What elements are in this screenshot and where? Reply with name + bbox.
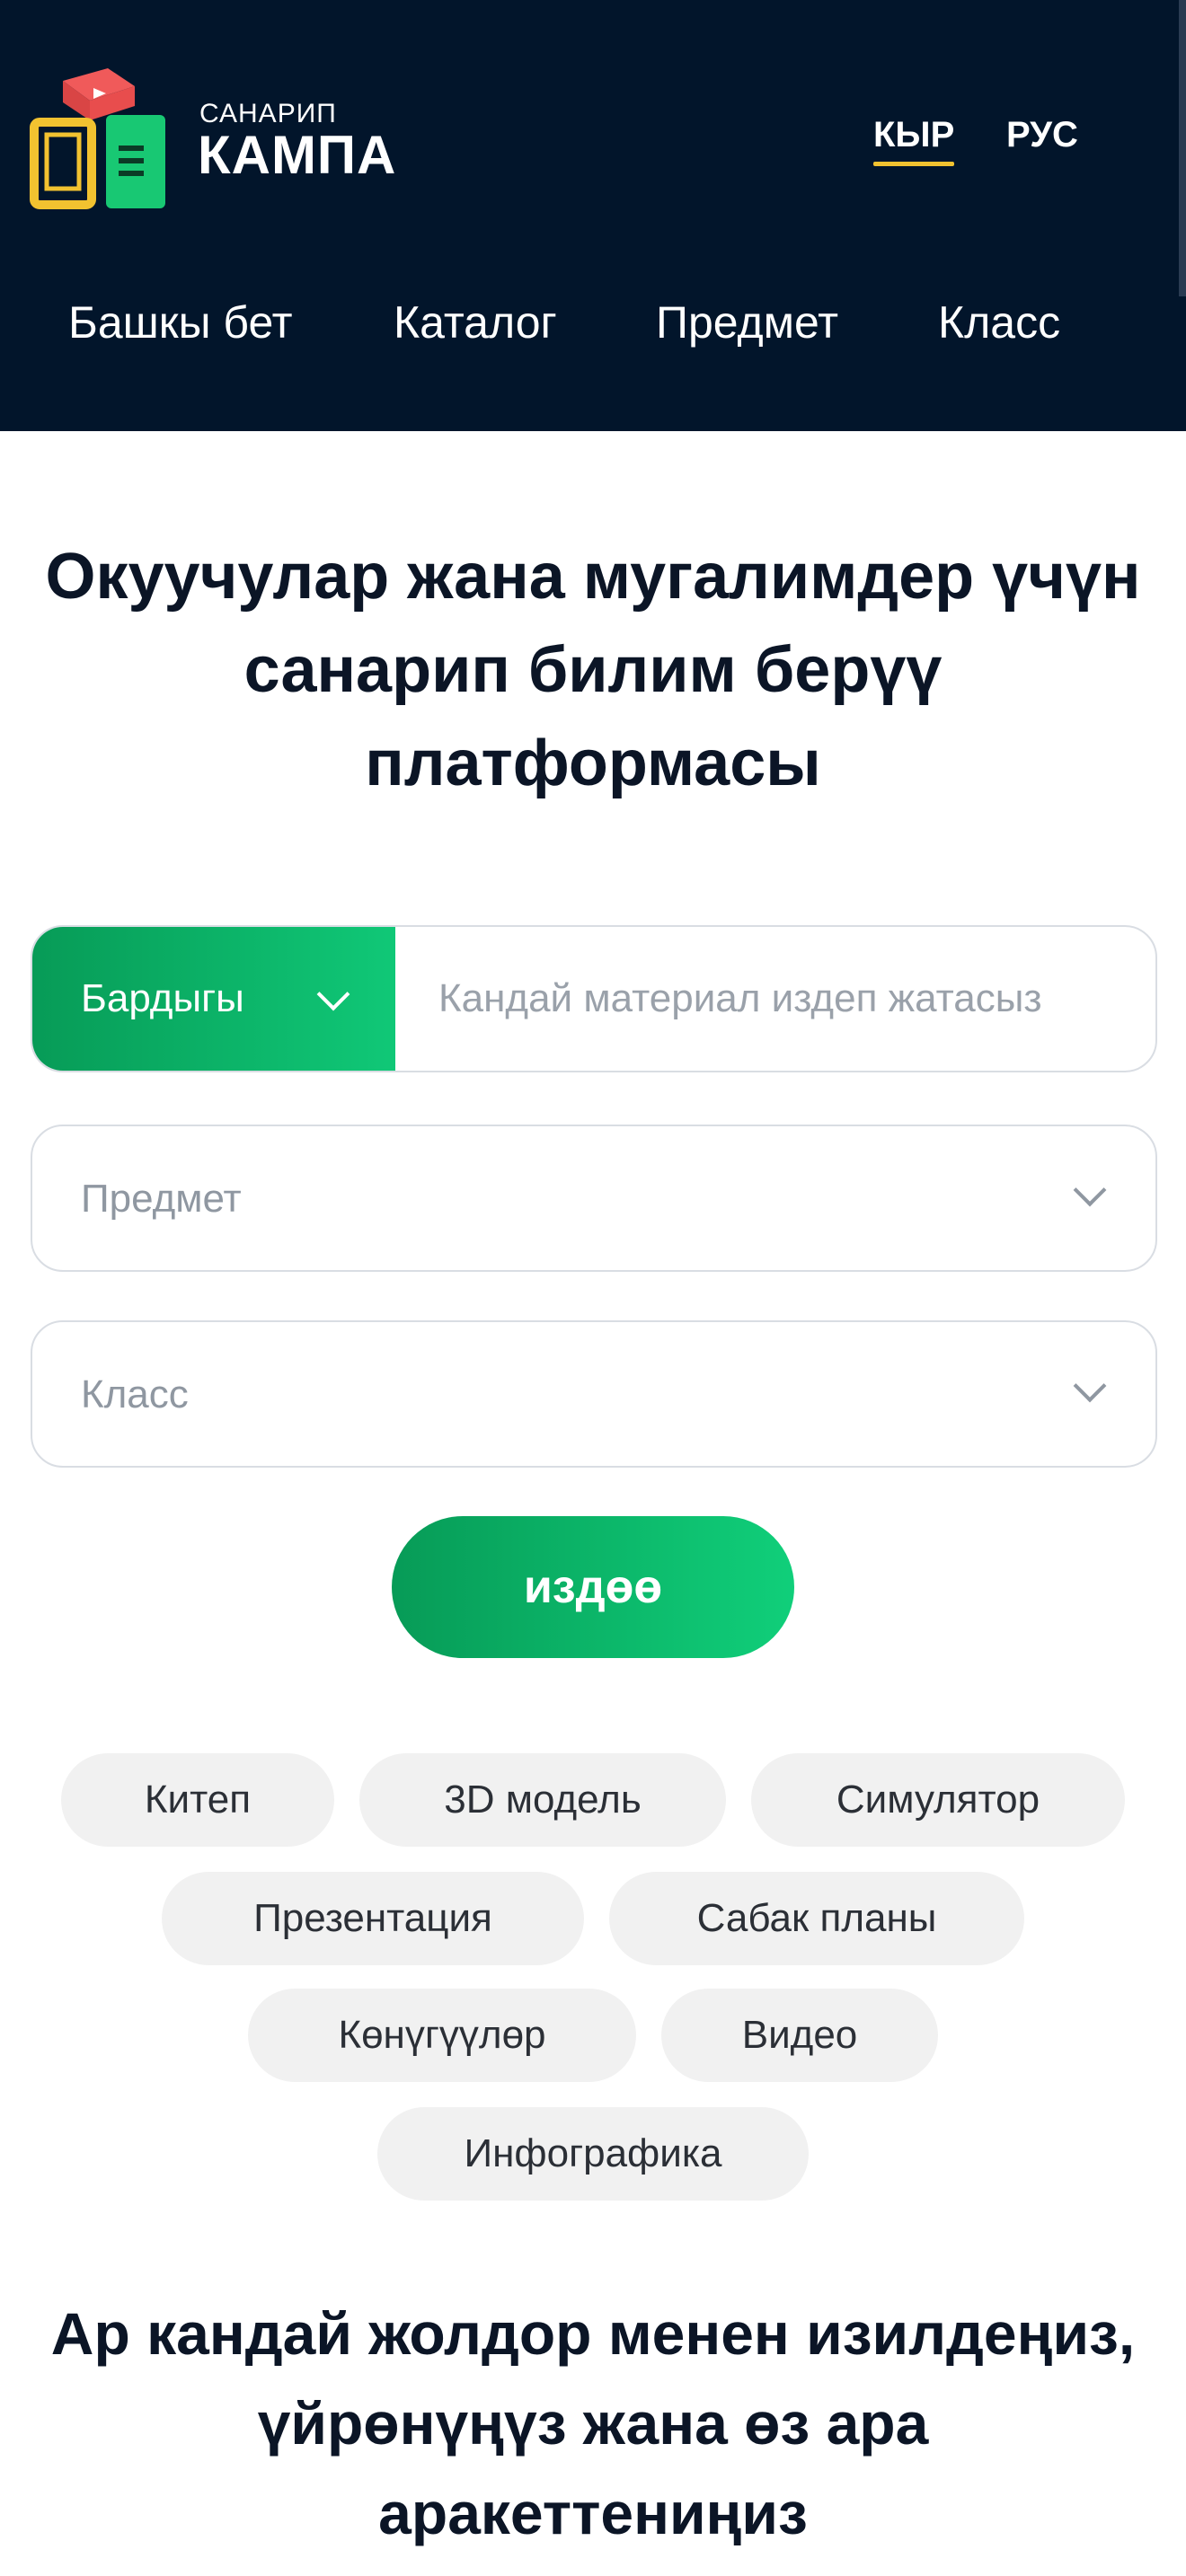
category-selected-label: Бардыгы — [81, 976, 244, 1020]
chip-simulator[interactable]: Симулятор — [751, 1753, 1125, 1847]
nav-item-subject[interactable]: Предмет — [656, 296, 838, 348]
search-bar: Бардыгы — [31, 925, 1157, 1072]
brand-title[interactable]: КАМПА — [198, 124, 396, 186]
nav-item-catalog[interactable]: Каталог — [394, 296, 557, 348]
section-title: Ар кандай жолдор менен изилдеңиз, үйрөнү… — [50, 2300, 1136, 2546]
search-button[interactable]: издөө — [392, 1516, 794, 1658]
class-select[interactable]: Класс — [31, 1320, 1157, 1468]
logo-icon[interactable] — [29, 63, 173, 216]
chevron-down-icon — [316, 977, 350, 1011]
chip-lesson-plan[interactable]: Сабак планы — [609, 1872, 1024, 1965]
search-input[interactable] — [438, 927, 1139, 1071]
nav-item-home[interactable]: Башкы бет — [68, 296, 293, 348]
scrollbar — [1179, 0, 1186, 296]
chip-infographic[interactable]: Инфографика — [377, 2107, 809, 2201]
category-dropdown[interactable]: Бардыгы — [32, 927, 395, 1071]
chevron-down-icon — [1073, 1173, 1107, 1207]
language-rus-label: РУС — [1006, 115, 1078, 154]
chip-exercises[interactable]: Көнүгүүлөр — [248, 1989, 636, 2082]
chevron-down-icon — [1073, 1369, 1107, 1403]
language-kyr-label: КЫР — [873, 115, 955, 154]
chip-video[interactable]: Видео — [661, 1989, 938, 2082]
class-placeholder: Класс — [81, 1372, 189, 1416]
chip-presentation[interactable]: Презентация — [162, 1872, 584, 1965]
chip-3d-model[interactable]: 3D модель — [359, 1753, 726, 1847]
language-rus[interactable]: РУС — [1006, 115, 1078, 155]
subject-placeholder: Предмет — [81, 1177, 242, 1221]
language-kyr[interactable]: КЫР — [873, 115, 955, 166]
chip-book[interactable]: Китеп — [61, 1753, 334, 1847]
site-header: САНАРИП КАМПА КЫР РУС Башкы бет Каталог … — [0, 0, 1186, 431]
subject-select[interactable]: Предмет — [31, 1125, 1157, 1272]
main-nav: Башкы бет Каталог Предмет Класс — [0, 296, 1186, 350]
nav-item-class[interactable]: Класс — [938, 296, 1060, 348]
active-language-underline — [873, 162, 955, 166]
hero-title: Окуучулар жана мугалимдер үчүн санарип б… — [45, 541, 1141, 799]
